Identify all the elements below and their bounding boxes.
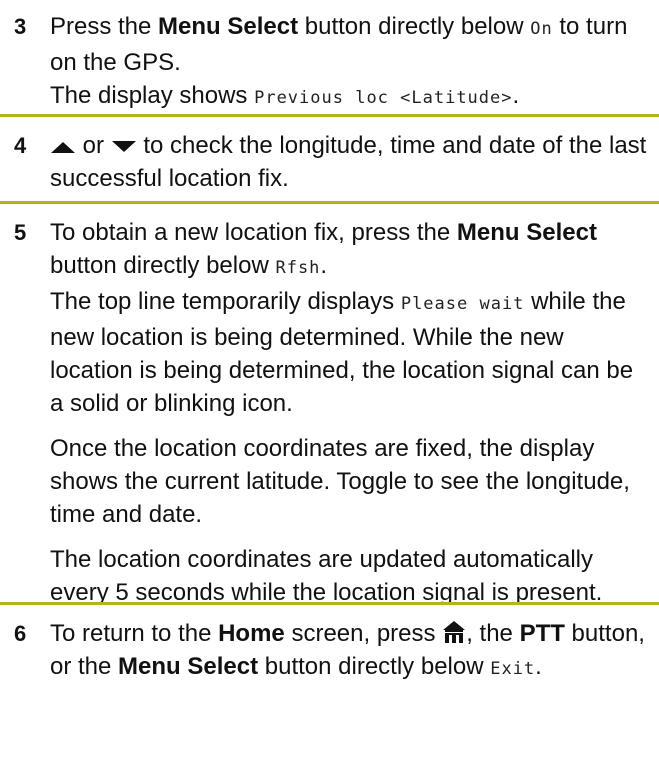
- divider: [0, 201, 659, 204]
- text: .: [512, 82, 520, 109]
- text: To return to the: [50, 620, 219, 647]
- key-name: Menu Select: [118, 653, 259, 680]
- display-text: On: [530, 19, 553, 39]
- step-number: 4: [14, 133, 27, 158]
- step-number: 3: [14, 14, 27, 39]
- display-text: Rfsh: [275, 258, 321, 278]
- text: button directly below: [50, 252, 276, 279]
- text: The display shows: [50, 82, 255, 109]
- text: .: [320, 252, 328, 279]
- text: to check the longitude, time and date of…: [50, 132, 647, 192]
- home-icon: [443, 621, 466, 643]
- arrow-up-icon: [51, 141, 75, 153]
- step-paragraph: The location coordinates are updated aut…: [50, 546, 603, 606]
- text: To obtain a new location fix, press the: [50, 219, 457, 246]
- arrow-down-icon: [111, 140, 136, 152]
- display-text: Please wait: [400, 294, 525, 314]
- key-name: PTT: [519, 620, 565, 647]
- step-body: or to check the longitude, time and date…: [50, 129, 649, 195]
- step-number: 5: [14, 220, 27, 245]
- step-body: Press the Menu Select button directly be…: [50, 10, 649, 115]
- step-body: To return to the Home screen, press , th…: [50, 617, 649, 686]
- text: or: [76, 132, 111, 159]
- divider: [0, 114, 659, 117]
- step-paragraph: Once the location coordinates are fixed,…: [50, 435, 630, 528]
- step-number: 6: [14, 621, 27, 646]
- display-text: Previous loc <Latitude>: [254, 88, 513, 108]
- text: , the: [466, 620, 520, 647]
- step-body: To obtain a new location fix, press the …: [50, 216, 649, 609]
- key-name: Menu Select: [158, 13, 299, 40]
- text: button directly below: [258, 653, 491, 680]
- divider: [0, 602, 659, 605]
- manual-page: 3 Press the Menu Select button directly …: [0, 0, 659, 759]
- key-name: Home: [218, 620, 285, 647]
- step-text: To return to the Home screen, press , th…: [50, 617, 649, 686]
- step-text: To obtain a new location fix, press the …: [50, 216, 649, 420]
- step-text: Press the Menu Select button directly be…: [50, 10, 649, 115]
- key-name: Menu Select: [456, 219, 597, 246]
- text: screen, press: [284, 620, 443, 647]
- text: Press the: [50, 13, 159, 40]
- text: .: [535, 653, 542, 680]
- display-text: Exit: [490, 659, 536, 679]
- text: button directly below: [298, 13, 531, 40]
- step-text: or to check the longitude, time and date…: [50, 129, 649, 195]
- text: The top line temporarily displays: [50, 288, 401, 315]
